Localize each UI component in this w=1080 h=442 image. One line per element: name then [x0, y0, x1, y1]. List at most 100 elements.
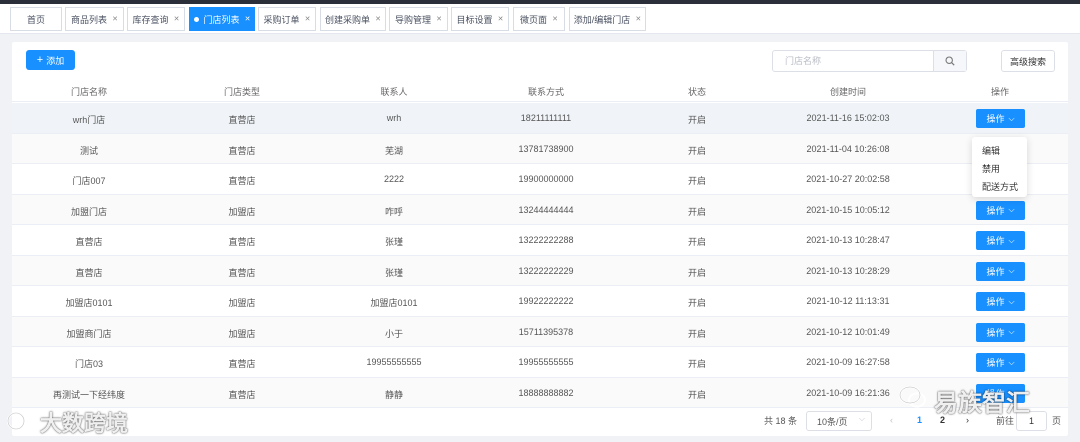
table-row: 加盟商门店 加盟店 小于 15711395378 开启 2021-10-12 10:01:…: [12, 316, 1068, 347]
close-icon[interactable]: ✕: [635, 15, 641, 23]
cell-created: 2021-10-12 11:13:31: [806, 296, 890, 306]
cell-status: 开启: [687, 237, 707, 247]
cell-contact: 19955555555: [366, 357, 422, 367]
action-dropdown-menu: 编辑 禁用 配送方式: [972, 137, 1027, 197]
action-button-label: 操作: [986, 266, 1005, 277]
tab-store-list[interactable]: 门店列表 ✕: [189, 7, 255, 31]
tab-inventory-query[interactable]: 库存查询 ✕: [127, 7, 185, 31]
watermark-left: 大数跨境: [40, 411, 129, 436]
tab-purchase-order[interactable]: 采购订单 ✕: [258, 7, 316, 31]
cell-contact: 张瑾: [384, 237, 404, 247]
tab-home[interactable]: 首页: [10, 7, 62, 31]
store-name-search-input[interactable]: [773, 51, 933, 71]
table-row: 门店03 直营店 19955555555 19955555555 开启 2021-10-0…: [12, 347, 1068, 378]
cell-status: 开启: [687, 298, 707, 308]
tab-label: 库存查询: [132, 14, 169, 25]
action-button[interactable]: 操作 ⌵: [976, 200, 1025, 220]
close-icon[interactable]: ✕: [112, 15, 118, 23]
cell-phone: 15711395378: [518, 326, 574, 337]
active-dot-icon: [193, 16, 199, 22]
cell-phone: 13222222229: [518, 265, 574, 276]
action-button-label: 操作: [986, 205, 1005, 216]
tab-label: 首页: [26, 14, 45, 25]
action-button[interactable]: 操作 ⌵: [976, 231, 1025, 250]
cell-created: 2021-10-09 16:21:36: [806, 387, 890, 398]
cell-created: 2021-10-27 20:02:58: [806, 174, 890, 184]
add-button[interactable]: + 添加: [26, 50, 75, 70]
cell-status: 开启: [687, 267, 707, 278]
tab-label: 微页面: [520, 14, 548, 25]
cell-status: 开启: [687, 115, 707, 125]
action-button[interactable]: 操作 ⌵: [976, 322, 1025, 342]
prev-page-icon[interactable]: ‹: [890, 415, 893, 425]
action-button-label: 操作: [986, 327, 1005, 338]
cell-contact: 静静: [384, 389, 404, 400]
cell-phone: 19922222222: [518, 296, 574, 306]
cell-store-name: 直营店: [75, 237, 103, 247]
cell-contact: 张瑾: [384, 267, 404, 278]
cell-store-type: 直营店: [228, 389, 256, 400]
cell-created: 2021-10-13 10:28:29: [806, 265, 890, 276]
cell-store-name: 加盟商门店: [66, 328, 112, 339]
cell-created: 2021-11-16 15:02:03: [806, 113, 890, 123]
close-icon[interactable]: ✕: [305, 15, 311, 23]
page-1[interactable]: 1: [917, 415, 922, 425]
tab-target-setting[interactable]: 目标设置 ✕: [451, 7, 509, 31]
search-icon: [945, 56, 955, 66]
cell-created: 2021-10-15 10:05:12: [806, 204, 890, 215]
content-panel: + 添加 高级搜索 门店名称 门店类型 联系人 联系方式 状态 创建时间 操作 …: [12, 42, 1068, 436]
watermark-right: 易族智汇: [934, 390, 1030, 417]
dropdown-item-delivery[interactable]: 配送方式: [972, 178, 1027, 196]
cell-store-name: 测试: [79, 145, 99, 156]
tab-label: 创建采购单: [325, 14, 371, 25]
chevron-down-icon: ⌵: [1008, 327, 1015, 336]
close-icon[interactable]: ✕: [375, 15, 381, 23]
tab-edit-store[interactable]: 添加/编辑门店 ✕: [569, 7, 646, 31]
search-button[interactable]: [933, 51, 966, 71]
add-button-label: 添加: [46, 55, 65, 66]
table-row: 加盟门店 加盟店 咋呼 13244444444 开启 2021-10-15 10:05:1…: [12, 194, 1068, 225]
action-button[interactable]: 操作 ⌵: [976, 109, 1025, 128]
cell-store-name: 再测试一下经纬度: [52, 389, 126, 400]
close-icon[interactable]: ✕: [174, 15, 180, 23]
table-row: wrh门店 直营店 wrh 18211111111 开启 2021-11-16 15:02…: [12, 103, 1068, 134]
page-size-select[interactable]: 10条/页 ⌵: [806, 411, 872, 431]
cell-created: 2021-10-12 10:01:49: [806, 326, 890, 337]
cell-status: 开启: [687, 389, 707, 400]
action-button[interactable]: 操作 ⌵: [976, 353, 1025, 372]
close-icon[interactable]: ✕: [245, 15, 251, 23]
cell-store-name: 加盟门店: [70, 206, 108, 217]
cell-store-type: 加盟店: [228, 206, 256, 217]
chevron-down-icon: ⌵: [1008, 205, 1015, 214]
table-row: 直营店 直营店 张瑾 13222222229 开启 2021-10-13 10:28:29…: [12, 255, 1068, 286]
column-header-store-name: 门店名称: [70, 87, 108, 97]
dropdown-item-disable[interactable]: 禁用: [972, 160, 1027, 178]
cell-status: 开启: [687, 176, 707, 186]
column-header-actions: 操作: [990, 87, 1010, 97]
advanced-search-button[interactable]: 高级搜索: [1001, 50, 1055, 72]
close-icon[interactable]: ✕: [552, 15, 558, 23]
cell-store-type: 直营店: [228, 267, 256, 278]
table-header: 门店名称 门店类型 联系人 联系方式 状态 创建时间 操作: [12, 78, 1068, 102]
cell-contact: 加盟店0101: [370, 298, 418, 308]
cell-status: 开启: [687, 206, 707, 217]
chevron-down-icon: ⌵: [1008, 357, 1015, 367]
close-icon[interactable]: ✕: [498, 15, 504, 23]
action-button[interactable]: 操作 ⌵: [976, 292, 1025, 311]
close-icon[interactable]: ✕: [436, 15, 442, 23]
cell-phone: 19955555555: [518, 357, 574, 367]
action-button-label: 操作: [986, 114, 1005, 124]
tab-guide-management[interactable]: 导购管理 ✕: [389, 7, 448, 31]
tab-product-list[interactable]: 商品列表 ✕: [65, 7, 124, 31]
table-row: 门店007 直营店 2222 19900000000 开启 2021-10-27 20:0…: [12, 164, 1068, 195]
cell-store-type: 直营店: [228, 176, 256, 186]
page-size-value: 10条/页: [817, 416, 848, 427]
tab-micro-page[interactable]: 微页面 ✕: [513, 7, 565, 31]
table-row: 测试 直营店 芜湖 13781738900 开启 2021-11-04 10:26:08: [12, 133, 1068, 164]
dropdown-item-edit[interactable]: 编辑: [972, 142, 1027, 160]
tab-create-purchase[interactable]: 创建采购单 ✕: [320, 7, 386, 31]
chevron-down-icon: ⌵: [1008, 235, 1015, 245]
cell-status: 开启: [687, 359, 707, 369]
action-button[interactable]: 操作 ⌵: [976, 261, 1025, 281]
plus-icon: +: [36, 53, 44, 66]
